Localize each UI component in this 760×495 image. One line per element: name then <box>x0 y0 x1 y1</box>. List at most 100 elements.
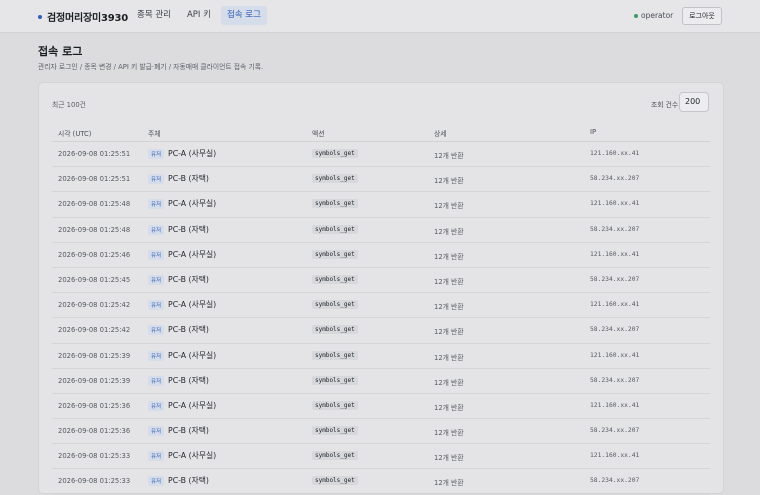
cell-detail: 12개 반환 <box>434 202 464 211</box>
tab-symbol-management[interactable]: 종목 관리 <box>131 6 177 25</box>
tab-access-log[interactable]: 접속 로그 <box>220 6 267 25</box>
query-count-label: 조회 건수 <box>651 101 679 109</box>
cell-action: symbols_get <box>312 375 358 385</box>
table-header: 시각 (UTC) 주체 액션 상세 IP <box>52 121 710 142</box>
online-status-icon <box>634 13 638 18</box>
cell-subject: PC-A (사무실) <box>168 249 217 259</box>
table-row: 2026-09-08 01:25:36 유저 PC-B (자택) symbols_ge… <box>52 419 710 445</box>
cell-action: symbols_get <box>312 224 358 234</box>
cell-time: 2026-09-08 01:25:39 <box>58 376 131 385</box>
cell-detail: 12개 반환 <box>434 252 464 261</box>
tab-api-keys[interactable]: API 키 <box>181 6 217 25</box>
cell-subject: PC-B (자택) <box>168 174 209 184</box>
cell-subject: PC-A (사무실) <box>168 149 217 158</box>
column-header-time: 시각 (UTC) <box>58 130 92 138</box>
cell-detail: 12개 반환 <box>434 479 464 488</box>
cell-ip: 121.160.xx.41 <box>590 250 640 258</box>
table-row: 2026-09-08 01:25:42 유저 PC-B (자택) symbols_ge… <box>52 318 710 344</box>
cell-ip: 121.160.xx.41 <box>590 150 640 157</box>
cell-time: 2026-09-08 01:25:42 <box>58 301 131 310</box>
subject-type-badge: 유저 <box>148 350 165 361</box>
cell-time: 2026-09-08 01:25:33 <box>58 452 131 461</box>
recent-count-label: 최근 100건 <box>52 101 86 109</box>
subject-type-badge: 유저 <box>148 249 165 260</box>
cell-time: 2026-09-08 01:25:51 <box>58 150 131 158</box>
cell-subject: PC-A (사무실) <box>168 350 217 360</box>
table-row: 2026-09-08 01:25:42 유저 PC-A (사무실) symbols_g… <box>52 293 710 319</box>
cell-time: 2026-09-08 01:25:36 <box>58 401 131 410</box>
cell-action: symbols_get <box>312 249 358 259</box>
table-row: 2026-09-08 01:25:48 유저 PC-A (사무실) symbols_g… <box>52 192 710 218</box>
cell-detail: 12개 반환 <box>434 403 464 412</box>
cell-action: symbols_get <box>312 149 358 158</box>
cell-action: symbols_get <box>312 451 358 461</box>
cell-action: symbols_get <box>312 400 358 410</box>
table-row: 2026-09-08 01:25:33 유저 PC-A (사무실) symbols_g… <box>52 444 710 470</box>
brand[interactable]: 검정머리장미3930 <box>38 9 128 24</box>
cell-action: symbols_get <box>312 426 358 436</box>
cell-time: 2026-09-08 01:25:48 <box>58 200 131 209</box>
logout-button[interactable]: 로그아웃 <box>682 7 722 25</box>
cell-time: 2026-09-08 01:25:33 <box>58 477 131 486</box>
cell-action: symbols_get <box>312 174 358 184</box>
subject-type-badge: 유저 <box>148 300 165 311</box>
subject-type-badge: 유저 <box>148 224 165 235</box>
cell-detail: 12개 반환 <box>434 277 464 286</box>
cell-time: 2026-09-08 01:25:46 <box>58 250 131 259</box>
table-row: 2026-09-08 01:25:45 유저 PC-B (자택) symbols_ge… <box>52 268 710 294</box>
column-header-detail: 상세 <box>434 130 447 138</box>
cell-detail: 12개 반환 <box>434 177 464 186</box>
cell-ip: 58.234.xx.207 <box>590 376 640 384</box>
subject-type-badge: 유저 <box>148 426 165 437</box>
cell-detail: 12개 반환 <box>434 353 464 362</box>
table-row: 2026-09-08 01:25:39 유저 PC-B (자택) symbols_ge… <box>52 369 710 394</box>
user-indicator: operator <box>634 11 673 20</box>
cell-subject: PC-B (자택) <box>168 274 209 284</box>
cell-ip: 58.234.xx.207 <box>590 275 640 283</box>
cell-ip: 58.234.xx.207 <box>590 427 640 435</box>
cell-ip: 121.160.xx.41 <box>590 452 640 460</box>
table-row: 2026-09-08 01:25:33 유저 PC-B (자택) symbols_ge… <box>52 469 710 495</box>
cell-time: 2026-09-08 01:25:42 <box>58 326 131 335</box>
subject-type-badge: 유저 <box>148 149 165 159</box>
subject-type-badge: 유저 <box>148 199 165 210</box>
subject-type-badge: 유저 <box>148 476 165 487</box>
brand-name: 검정머리장미3930 <box>47 13 129 24</box>
cell-ip: 58.234.xx.207 <box>590 477 640 485</box>
cell-ip: 58.234.xx.207 <box>590 225 640 233</box>
cell-ip: 58.234.xx.207 <box>590 175 640 183</box>
log-table-body: 2026-09-08 01:25:51 유저 PC-A (사무실) symbols_g… <box>52 142 710 495</box>
log-card: 최근 100건 조회 건수 시각 (UTC) 주체 액션 상세 IP 2026-… <box>38 82 724 495</box>
cell-time: 2026-09-08 01:25:51 <box>58 175 131 184</box>
page-description: 관리자 로그인 / 종목 변경 / API 키 발급·폐기 / 자동매매 클라이… <box>38 63 264 71</box>
cell-subject: PC-A (사무실) <box>168 199 217 209</box>
cell-action: symbols_get <box>312 476 358 486</box>
cell-time: 2026-09-08 01:25:39 <box>58 351 131 360</box>
cell-detail: 12개 반환 <box>434 303 464 312</box>
cell-subject: PC-A (사무실) <box>168 300 217 310</box>
cell-subject: PC-B (자택) <box>168 325 209 335</box>
cell-ip: 58.234.xx.207 <box>590 326 640 334</box>
cell-time: 2026-09-08 01:25:48 <box>58 225 131 234</box>
cell-ip: 121.160.xx.41 <box>590 200 640 208</box>
subject-type-badge: 유저 <box>148 274 165 285</box>
cell-time: 2026-09-08 01:25:36 <box>58 427 131 436</box>
subject-type-badge: 유저 <box>148 400 165 411</box>
cell-subject: PC-A (사무실) <box>168 400 217 410</box>
brand-dot-icon <box>38 14 42 19</box>
subject-type-badge: 유저 <box>148 325 165 336</box>
cell-subject: PC-B (자택) <box>168 476 209 486</box>
cell-subject: PC-B (자택) <box>168 375 209 385</box>
table-row: 2026-09-08 01:25:39 유저 PC-A (사무실) symbols_g… <box>52 344 710 369</box>
subject-type-badge: 유저 <box>148 451 165 462</box>
cell-detail: 12개 반환 <box>434 152 464 160</box>
table-row: 2026-09-08 01:25:46 유저 PC-A (사무실) symbols_g… <box>52 243 710 268</box>
cell-detail: 12개 반환 <box>434 378 464 387</box>
cell-subject: PC-A (사무실) <box>168 451 217 461</box>
query-count-input[interactable] <box>679 92 709 112</box>
column-header-subject: 주체 <box>148 130 161 138</box>
cell-ip: 121.160.xx.41 <box>590 401 640 409</box>
page-title: 접속 로그 <box>38 45 83 58</box>
cell-action: symbols_get <box>312 274 358 284</box>
cell-action: symbols_get <box>312 350 358 360</box>
